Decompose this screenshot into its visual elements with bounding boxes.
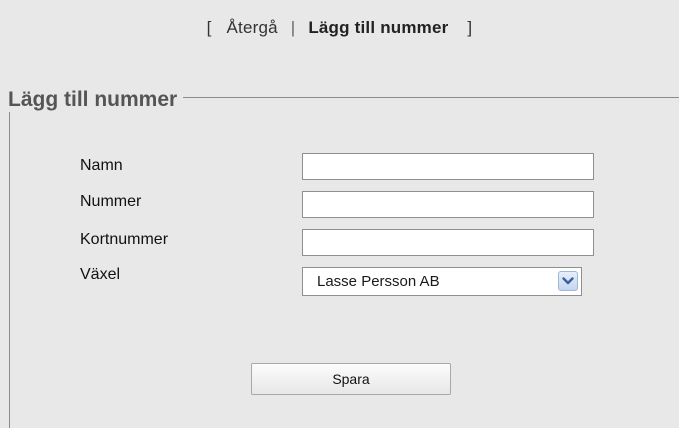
vaxel-label: Växel: [80, 266, 121, 283]
name-label: Namn: [80, 157, 123, 174]
vaxel-select[interactable]: Lasse Persson AB: [302, 267, 582, 296]
close-bracket: ]: [467, 18, 473, 37]
number-label: Nummer: [80, 193, 142, 210]
open-bracket: [: [206, 18, 212, 37]
chevron-down-icon[interactable]: [558, 271, 578, 291]
current-page-label: Lägg till nummer: [308, 18, 449, 37]
form-legend: Lägg till nummer: [8, 88, 184, 112]
name-field[interactable]: [302, 153, 594, 180]
vaxel-selected-value: Lasse Persson AB: [317, 273, 440, 290]
back-link[interactable]: Återgå: [227, 18, 278, 37]
short-number-field[interactable]: [302, 229, 594, 256]
short-number-label: Kortnummer: [80, 231, 169, 248]
breadcrumb: [ Återgå | Lägg till nummer ]: [0, 18, 679, 38]
save-button[interactable]: Spara: [251, 363, 451, 395]
nav-separator: |: [290, 18, 296, 37]
number-field[interactable]: [302, 191, 594, 218]
